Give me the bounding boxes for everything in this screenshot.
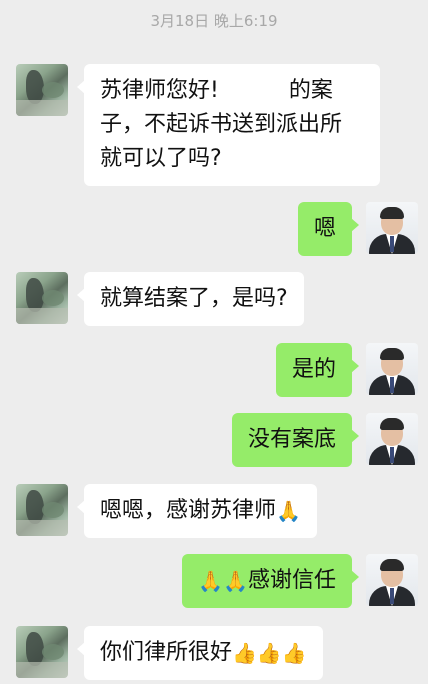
lawyer-avatar[interactable]: [366, 413, 418, 465]
lawyer-avatar[interactable]: [366, 202, 418, 254]
contact-avatar[interactable]: [16, 484, 68, 536]
lawyer-avatar[interactable]: [366, 343, 418, 395]
message-line: 子，不起诉书送到派出所: [100, 112, 343, 137]
message-text: 就算结案了，是吗?: [100, 286, 288, 311]
contact-avatar[interactable]: [16, 64, 68, 116]
message-bubble[interactable]: 嗯嗯，感谢苏律师🙏: [77, 484, 317, 538]
contact-avatar[interactable]: [16, 272, 68, 324]
message-bubble[interactable]: 🙏🙏感谢信任: [182, 554, 359, 608]
message-text: 嗯: [313, 216, 336, 241]
message-bubble[interactable]: 没有案底: [231, 413, 360, 467]
message-line: 就可以了吗?: [100, 146, 222, 171]
contact-avatar[interactable]: [16, 626, 68, 678]
message-text: 苏律师您好!: [100, 78, 219, 103]
pray-emoji-icon: 🙏: [276, 499, 301, 523]
message-bubble[interactable]: 嗯: [297, 202, 360, 256]
lawyer-avatar[interactable]: [366, 554, 418, 606]
chat-timestamp: 3月18日 晚上6:19: [150, 12, 278, 30]
message-text: 没有案底: [247, 427, 336, 452]
message-bubble[interactable]: 是的: [275, 343, 360, 397]
message-text: 你们律所很好: [100, 640, 233, 665]
redacted-name: [218, 80, 289, 102]
message-text: 感谢信任: [247, 568, 336, 593]
message-bubble[interactable]: 你们律所很好👍👍👍: [77, 626, 323, 680]
message-text: 的案: [288, 78, 333, 103]
message-bubble[interactable]: 苏律师您好! 的案 子，不起诉书送到派出所 就可以了吗?: [77, 64, 380, 186]
pray-emoji-icon: 🙏🙏: [198, 569, 248, 593]
message-bubble[interactable]: 就算结案了，是吗?: [77, 272, 304, 326]
message-text: 嗯嗯，感谢苏律师: [100, 498, 277, 523]
message-line: 苏律师您好! 的案: [100, 74, 364, 108]
message-text: 是的: [291, 357, 336, 382]
thumbs-up-emoji-icon: 👍👍👍: [232, 641, 307, 665]
